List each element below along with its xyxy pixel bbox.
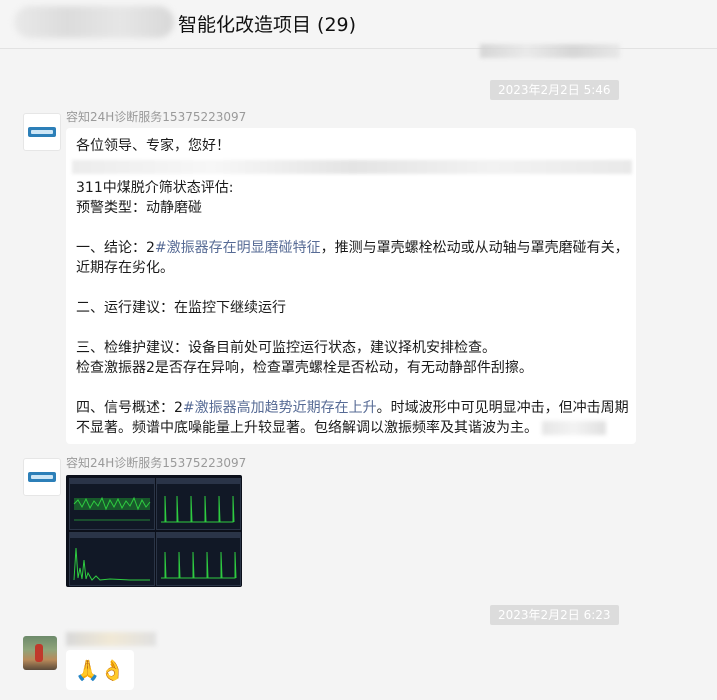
- timestamp: 2023年2月2日 5:46: [490, 80, 619, 100]
- blurred-mention-line: [72, 160, 632, 174]
- message-line: 近期存在劣化。: [76, 260, 174, 276]
- message-line: 二、运行建议：在监控下继续运行: [76, 300, 286, 316]
- hashtag-link[interactable]: #激振器高加趋势近期存在上升: [183, 400, 377, 416]
- message-greeting: 各位领导、专家，您好！: [76, 138, 230, 154]
- message-line: 311中煤脱介筛状态评估:: [76, 180, 234, 196]
- pray-ok-emoji-icon: 🙏👌: [75, 658, 125, 682]
- waveform-panel: [69, 478, 155, 530]
- screenshot-image[interactable]: [66, 475, 242, 587]
- avatar-user[interactable]: [23, 636, 57, 670]
- envelope-panel: [156, 532, 241, 586]
- blurred-member-names: [480, 44, 620, 58]
- sender-name: 容知24H诊断服务15375223097: [66, 110, 247, 124]
- spectrum-panel: [69, 532, 155, 586]
- message-line: 三、检维护建议：设备目前处可监控运行状态，建议择机安排检查。: [76, 340, 496, 356]
- message-line: 预警类型：动静磨碰: [76, 200, 202, 216]
- rongzhi-logo-icon: [28, 127, 56, 137]
- conclusion-line: 一、结论：2#激振器存在明显磨碰特征，推测与罩壳螺栓松动或从动轴与罩壳磨碰有关，: [76, 240, 629, 256]
- signal-line: 四、信号概述：2#激振器高加趋势近期存在上升。时域波形中可见明显冲击，但冲击周期: [76, 400, 629, 416]
- chat-header: 智能化改造项目 (29): [0, 0, 717, 58]
- chat-title: 智能化改造项目 (29): [178, 14, 357, 36]
- emoji-message-bubble[interactable]: 🙏👌: [66, 650, 134, 690]
- avatar-rongzhi[interactable]: [23, 113, 61, 151]
- timestamp: 2023年2月2日 6:23: [490, 605, 619, 625]
- blurred-signature: [542, 421, 606, 435]
- avatar-rongzhi[interactable]: [23, 458, 61, 496]
- hashtag-link[interactable]: #激振器存在明显磨碰特征: [155, 240, 321, 256]
- sender-name: 容知24H诊断服务15375223097: [66, 456, 247, 470]
- message-bubble[interactable]: 各位领导、专家，您好！ 311中煤脱介筛状态评估: 预警类型：动静磨碰 一、结论…: [66, 128, 636, 444]
- trend-panel: [156, 478, 241, 530]
- blurred-group-prefix: [14, 6, 174, 38]
- blurred-sender-name: [66, 632, 156, 646]
- message-line: 检查激振器2是否存在异响，检查罩壳螺栓是否松动，有无动静部件刮擦。: [76, 360, 533, 376]
- rongzhi-logo-icon: [28, 472, 56, 482]
- message-line: 不显著。频谱中底噪能量上升较显著。包络解调以激振频率及其谐波为主。: [76, 418, 626, 438]
